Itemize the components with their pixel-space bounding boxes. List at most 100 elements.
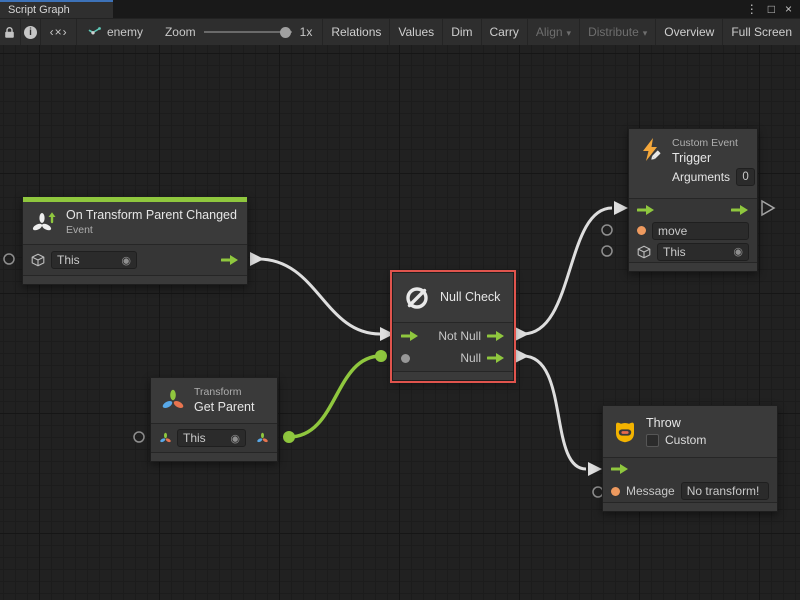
- node-footer: [393, 371, 513, 380]
- node-title: On Transform Parent Changed: [66, 208, 237, 224]
- values-button[interactable]: Values: [389, 19, 442, 45]
- target-picker-icon[interactable]: ◉: [121, 254, 131, 267]
- tab-label: Script Graph: [8, 4, 70, 16]
- node-title: Get Parent: [194, 400, 254, 416]
- align-button: Align▾: [527, 19, 579, 45]
- node-footer: [151, 452, 277, 461]
- flow-input-port[interactable]: [637, 204, 655, 216]
- lock-button[interactable]: [0, 19, 21, 45]
- input-port-circle[interactable]: [134, 432, 144, 442]
- null-check-icon: [402, 283, 432, 313]
- wire-start-arrow[interactable]: [250, 252, 264, 266]
- node-footer: [603, 502, 777, 511]
- custom-event-icon: [638, 137, 664, 163]
- zoom-slider-handle[interactable]: [280, 27, 291, 38]
- throw-exception-icon: [612, 419, 638, 445]
- flow-output-port[interactable]: [731, 204, 749, 216]
- target-field[interactable]: This ◉: [51, 251, 137, 269]
- flow-input-port[interactable]: [611, 463, 629, 475]
- transform-icon: [160, 388, 186, 414]
- string-input-port[interactable]: [611, 487, 620, 496]
- flow-output-port[interactable]: [487, 352, 505, 364]
- node-footer: [629, 262, 757, 271]
- string-input-port[interactable]: [637, 226, 646, 235]
- info-icon: i: [24, 26, 37, 39]
- flow-output-port[interactable]: [221, 254, 239, 266]
- node-null-check[interactable]: Null Check Not Null Null: [392, 272, 514, 381]
- graph-canvas[interactable]: On Transform Parent Changed Event This ◉: [0, 45, 800, 600]
- transform-event-icon: [32, 210, 58, 236]
- zoom-label: Zoom: [165, 25, 196, 39]
- fullscreen-button[interactable]: Full Screen: [722, 19, 800, 45]
- transform-output-port-icon[interactable]: [256, 432, 269, 445]
- node-trigger-custom-event[interactable]: Custom Event Trigger Arguments 0: [628, 128, 758, 272]
- graph-selector[interactable]: enemy: [77, 19, 155, 45]
- window-maximize-icon[interactable]: □: [768, 3, 775, 15]
- wire-start-arrow[interactable]: [515, 349, 529, 363]
- message-field[interactable]: No transform!: [681, 482, 769, 500]
- node-title: Trigger: [672, 151, 755, 167]
- wire-getparent-to-nullcheck[interactable]: [289, 356, 381, 437]
- target-picker-icon[interactable]: ◉: [733, 245, 743, 258]
- target-picker-icon[interactable]: ◉: [230, 432, 240, 445]
- window-close-icon[interactable]: ×: [785, 3, 792, 15]
- code-icon: ‹×›: [50, 25, 68, 39]
- node-category: Transform: [194, 386, 254, 400]
- flow-output-port[interactable]: [487, 330, 505, 342]
- distribute-button: Distribute▾: [579, 19, 655, 45]
- custom-checkbox[interactable]: [646, 434, 659, 447]
- gameobject-cube-icon: [637, 245, 651, 259]
- input-port-circle[interactable]: [602, 225, 612, 235]
- chevron-down-icon: ▾: [567, 28, 572, 39]
- transform-port-icon[interactable]: [159, 432, 172, 445]
- node-title: Throw: [646, 416, 706, 432]
- node-on-transform-parent-changed[interactable]: On Transform Parent Changed Event This ◉: [22, 196, 248, 285]
- wire-event-to-nullcheck[interactable]: [258, 259, 380, 334]
- zoom-slider[interactable]: [204, 26, 292, 38]
- graph-toolbar: i ‹×› enemy Zoom 1x Relations Values Dim…: [0, 18, 800, 45]
- custom-checkbox-label: Custom: [665, 433, 706, 447]
- node-throw[interactable]: Throw Custom Message No transform!: [602, 405, 778, 512]
- node-get-parent[interactable]: Transform Get Parent This ◉: [150, 377, 278, 462]
- input-port-circle[interactable]: [602, 246, 612, 256]
- chevron-down-icon: ▾: [643, 28, 648, 39]
- window-menu-icon[interactable]: ⋮: [746, 3, 758, 15]
- value-input-port[interactable]: [401, 354, 410, 363]
- wire-null-to-throw[interactable]: [523, 356, 586, 469]
- gameobject-cube-icon: [31, 253, 45, 267]
- target-field[interactable]: This ◉: [177, 429, 246, 447]
- graph-name: enemy: [107, 25, 143, 39]
- wire-end-arrow: [588, 462, 602, 476]
- port-label-null: Null: [460, 351, 481, 365]
- event-name-field[interactable]: move: [652, 222, 749, 240]
- relations-button[interactable]: Relations: [322, 19, 389, 45]
- inspect-button[interactable]: i: [21, 19, 42, 45]
- output-port-triangle[interactable]: [762, 201, 774, 215]
- code-view-button[interactable]: ‹×›: [41, 19, 77, 45]
- wire-start-dot[interactable]: [283, 431, 295, 443]
- carry-button[interactable]: Carry: [481, 19, 527, 45]
- wire-end-dot: [375, 350, 387, 362]
- zoom-value: 1x: [300, 25, 313, 39]
- node-category: Custom Event: [672, 137, 755, 151]
- arguments-count-field[interactable]: 0: [736, 168, 755, 186]
- target-field[interactable]: This ◉: [657, 243, 749, 261]
- input-port-circle[interactable]: [4, 254, 14, 264]
- message-label: Message: [626, 484, 675, 498]
- arguments-label: Arguments: [672, 170, 730, 185]
- node-subtitle: Event: [66, 224, 237, 238]
- wire-start-arrow[interactable]: [515, 327, 529, 341]
- zoom-slider-track: [204, 31, 292, 33]
- node-title: Null Check: [440, 290, 500, 306]
- lock-icon: [4, 26, 15, 39]
- wire-notnull-to-trigger[interactable]: [523, 208, 612, 334]
- overview-button[interactable]: Overview: [655, 19, 722, 45]
- port-label-not-null: Not Null: [438, 329, 481, 343]
- flow-input-port[interactable]: [401, 330, 419, 342]
- dim-button[interactable]: Dim: [442, 19, 480, 45]
- node-footer: [23, 275, 247, 284]
- wire-end-arrow: [614, 201, 628, 215]
- tab-script-graph[interactable]: Script Graph: [0, 0, 113, 18]
- title-bar: Script Graph ⋮ □ ×: [0, 0, 800, 18]
- graph-icon: [87, 26, 101, 39]
